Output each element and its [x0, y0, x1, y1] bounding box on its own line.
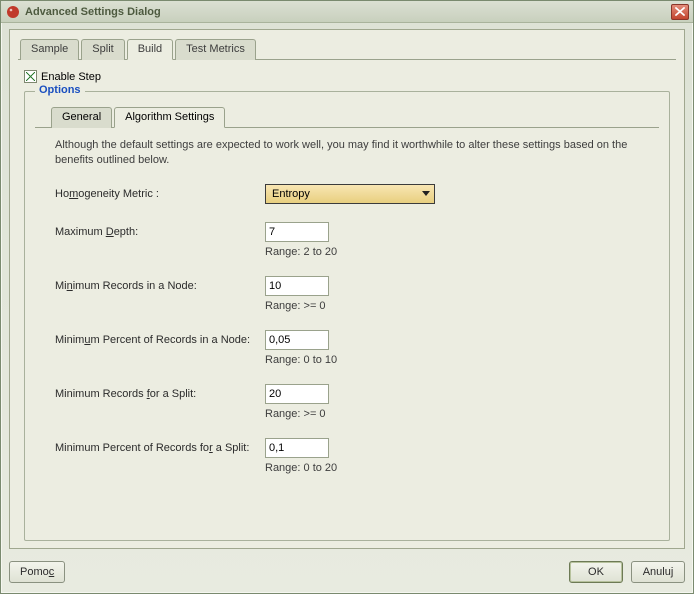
- row-min-percent-node: Minimum Percent of Records in a Node: Ra…: [55, 330, 645, 366]
- cancel-button[interactable]: Anuluj: [631, 561, 685, 583]
- main-tabs: Sample Split Build Test Metrics: [20, 38, 676, 59]
- tab-build[interactable]: Build: [127, 39, 173, 60]
- tab-algorithm-settings[interactable]: Algorithm Settings: [114, 107, 225, 128]
- min-percent-node-range: Range: 0 to 10: [265, 354, 337, 366]
- row-max-depth: Maximum Depth: Range: 2 to 20: [55, 222, 645, 258]
- window-title: Advanced Settings Dialog: [25, 6, 671, 18]
- ok-button[interactable]: OK: [569, 561, 623, 583]
- enable-step-row: Enable Step: [24, 70, 670, 83]
- dialog-footer: Pomoc OK Anuluj: [9, 561, 685, 583]
- app-icon: [5, 4, 21, 20]
- tab-test-metrics[interactable]: Test Metrics: [175, 39, 256, 60]
- row-min-records-node: Minimum Records in a Node: Range: >= 0: [55, 276, 645, 312]
- enable-step-label[interactable]: Enable Step: [41, 71, 101, 83]
- label-min-percent-node: Minimum Percent of Records in a Node:: [55, 330, 265, 346]
- tab-panel-build: Enable Step Options General Algorithm Se…: [18, 59, 676, 547]
- dialog-window: Advanced Settings Dialog Sample Split Bu…: [0, 0, 694, 594]
- min-records-node-range: Range: >= 0: [265, 300, 329, 312]
- algorithm-panel: Although the default settings are expect…: [35, 127, 659, 502]
- options-tabs: General Algorithm Settings: [51, 106, 659, 127]
- homogeneity-value: Entropy: [272, 188, 310, 200]
- min-records-split-input[interactable]: [265, 384, 329, 404]
- content-area: Sample Split Build Test Metrics Enable S…: [9, 29, 685, 549]
- min-percent-node-input[interactable]: [265, 330, 329, 350]
- homogeneity-dropdown[interactable]: Entropy: [265, 184, 435, 204]
- tab-general[interactable]: General: [51, 107, 112, 128]
- min-records-split-range: Range: >= 0: [265, 408, 329, 420]
- label-max-depth: Maximum Depth:: [55, 222, 265, 238]
- options-legend: Options: [35, 84, 85, 96]
- help-button[interactable]: Pomoc: [9, 561, 65, 583]
- label-min-percent-split: Minimum Percent of Records for a Split:: [55, 438, 265, 454]
- min-percent-split-range: Range: 0 to 20: [265, 462, 337, 474]
- panel-description: Although the default settings are expect…: [55, 138, 645, 168]
- titlebar: Advanced Settings Dialog: [1, 1, 693, 23]
- label-min-records-node: Minimum Records in a Node:: [55, 276, 265, 292]
- chevron-down-icon: [422, 191, 430, 196]
- options-fieldset: Options General Algorithm Settings Altho…: [24, 91, 670, 541]
- min-percent-split-input[interactable]: [265, 438, 329, 458]
- max-depth-input[interactable]: [265, 222, 329, 242]
- min-records-node-input[interactable]: [265, 276, 329, 296]
- row-min-percent-split: Minimum Percent of Records for a Split: …: [55, 438, 645, 474]
- close-button[interactable]: [671, 4, 689, 20]
- label-min-records-split: Minimum Records for a Split:: [55, 384, 265, 400]
- max-depth-range: Range: 2 to 20: [265, 246, 337, 258]
- enable-step-checkbox[interactable]: [24, 70, 37, 83]
- label-homogeneity: Homogeneity Metric :: [55, 184, 265, 200]
- tab-split[interactable]: Split: [81, 39, 124, 60]
- tab-sample[interactable]: Sample: [20, 39, 79, 60]
- row-homogeneity: Homogeneity Metric : Entropy: [55, 184, 645, 204]
- row-min-records-split: Minimum Records for a Split: Range: >= 0: [55, 384, 645, 420]
